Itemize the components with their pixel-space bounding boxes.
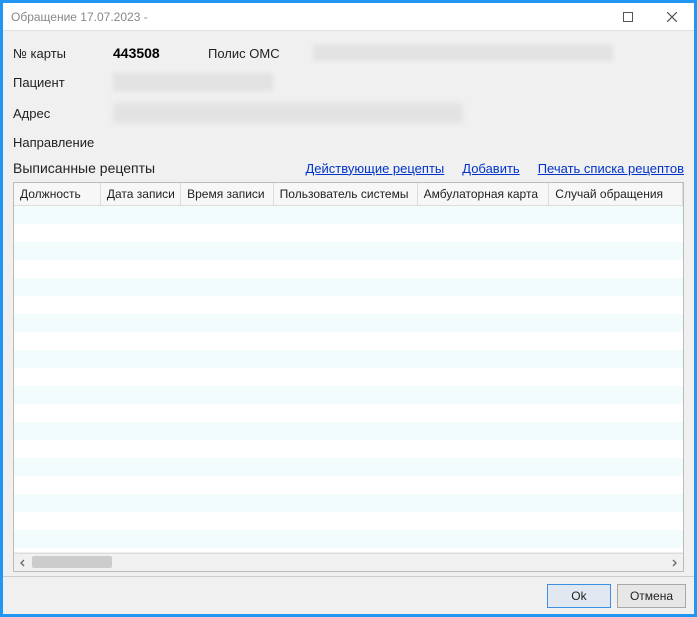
patient-row: Пациент xyxy=(13,67,684,97)
close-icon xyxy=(667,12,677,22)
footer: Ok Отмена xyxy=(3,576,694,614)
col-ambcard[interactable]: Амбулаторная карта xyxy=(417,183,549,206)
patient-label: Пациент xyxy=(13,75,113,90)
direction-row: Направление xyxy=(13,129,684,156)
recipes-links: Действующие рецепты Добавить Печать спис… xyxy=(306,161,685,176)
scroll-right-button[interactable] xyxy=(665,554,683,571)
card-value: 443508 xyxy=(113,45,208,61)
link-active-recipes[interactable]: Действующие рецепты xyxy=(306,161,445,176)
content-area: № карты 443508 Полис ОМС Пациент Адрес Н… xyxy=(3,31,694,576)
patient-value-redacted xyxy=(113,73,273,91)
col-user[interactable]: Пользователь системы xyxy=(273,183,417,206)
recipes-header-row: Выписанные рецепты Действующие рецепты Д… xyxy=(13,156,684,182)
col-position[interactable]: Должность xyxy=(14,183,100,206)
address-value-redacted xyxy=(113,103,463,123)
polis-label: Полис ОМС xyxy=(208,46,313,61)
direction-label: Направление xyxy=(13,135,113,150)
col-case[interactable]: Случай обращения xyxy=(549,183,683,206)
table-container: Должность Дата записи Время записи Польз… xyxy=(13,182,684,572)
close-button[interactable] xyxy=(650,3,694,30)
recipes-title: Выписанные рецепты xyxy=(13,160,155,176)
recipes-table: Должность Дата записи Время записи Польз… xyxy=(14,183,683,206)
link-add-recipe[interactable]: Добавить xyxy=(462,161,519,176)
main-window: Обращение 17.07.2023 - № карты 443508 По… xyxy=(0,0,697,617)
chevron-left-icon xyxy=(19,559,27,567)
table-wrap: Должность Дата записи Время записи Польз… xyxy=(14,183,683,553)
address-row: Адрес xyxy=(13,97,684,129)
table-header-row: Должность Дата записи Время записи Польз… xyxy=(14,183,683,206)
titlebar: Обращение 17.07.2023 - xyxy=(3,3,694,31)
ok-button[interactable]: Ok xyxy=(547,584,611,608)
titlebar-buttons xyxy=(606,3,694,30)
card-label: № карты xyxy=(13,46,113,61)
card-row: № карты 443508 Полис ОМС xyxy=(13,39,684,67)
horizontal-scrollbar[interactable] xyxy=(14,553,683,571)
polis-value-redacted xyxy=(313,45,613,61)
cancel-button[interactable]: Отмена xyxy=(617,584,686,608)
chevron-right-icon xyxy=(670,559,678,567)
maximize-icon xyxy=(623,12,633,22)
scroll-left-button[interactable] xyxy=(14,554,32,571)
scroll-track[interactable] xyxy=(32,554,665,571)
window-title: Обращение 17.07.2023 - xyxy=(11,10,606,24)
table-body-empty[interactable] xyxy=(14,206,683,553)
col-date[interactable]: Дата записи xyxy=(100,183,180,206)
link-print-recipes[interactable]: Печать списка рецептов xyxy=(538,161,684,176)
scroll-thumb[interactable] xyxy=(32,556,112,568)
maximize-button[interactable] xyxy=(606,3,650,30)
address-label: Адрес xyxy=(13,106,113,121)
col-time[interactable]: Время записи xyxy=(181,183,274,206)
